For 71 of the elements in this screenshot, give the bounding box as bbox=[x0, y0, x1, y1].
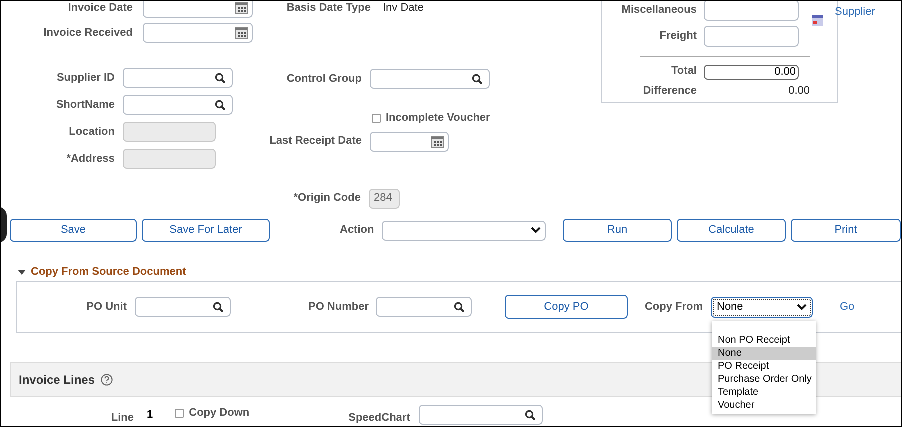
checkbox[interactable] bbox=[372, 114, 381, 123]
field-label: Total bbox=[672, 64, 697, 79]
field-label: Line bbox=[111, 410, 134, 426]
field-label: Last Receipt Date bbox=[270, 134, 362, 150]
input-field[interactable] bbox=[704, 26, 799, 47]
search-icon[interactable] bbox=[213, 302, 224, 312]
total-field: 0.00 bbox=[704, 64, 799, 80]
copy-po-button[interactable]: Copy PO bbox=[505, 295, 628, 319]
field-label: *Address bbox=[66, 152, 115, 167]
field-label: Invoice Date bbox=[68, 1, 133, 16]
basis-date-value: Inv Date bbox=[383, 1, 424, 16]
difference-value: 0.00 bbox=[788, 84, 810, 98]
dropdown-option[interactable]: Template bbox=[712, 386, 816, 399]
supplier-link[interactable]: Supplier bbox=[835, 4, 876, 20]
section-title: Copy From Source Document bbox=[31, 265, 186, 280]
action-button[interactable]: Run bbox=[563, 219, 672, 242]
line-number: 1 bbox=[147, 408, 154, 423]
search-icon[interactable] bbox=[215, 72, 226, 84]
input-field[interactable] bbox=[704, 1, 799, 21]
copy-from-select[interactable]: None bbox=[711, 296, 813, 318]
field-label: SpeedChart bbox=[348, 410, 410, 426]
field-label: PO Number bbox=[308, 300, 369, 315]
field-label: Location bbox=[69, 124, 115, 140]
field-label: Difference bbox=[643, 84, 697, 98]
section-title: Invoice Lines bbox=[19, 372, 96, 388]
action-button[interactable]: Print bbox=[791, 219, 901, 242]
dropdown-option[interactable]: None bbox=[712, 347, 816, 360]
calendar-icon[interactable] bbox=[235, 2, 248, 14]
lookup-field[interactable] bbox=[123, 95, 233, 115]
collapse-triangle-icon[interactable] bbox=[18, 270, 26, 276]
field-label: ShortName bbox=[56, 98, 115, 113]
field-label: Invoice Received bbox=[44, 26, 133, 41]
field-label: PO Unit bbox=[86, 300, 127, 315]
chevron-down-icon bbox=[531, 227, 541, 234]
lookup-field[interactable] bbox=[370, 69, 490, 89]
dropdown-option[interactable]: PO Receipt bbox=[712, 360, 816, 373]
search-icon[interactable] bbox=[472, 74, 483, 84]
field-label: *Origin Code bbox=[294, 191, 361, 206]
lookup-field[interactable] bbox=[376, 297, 472, 317]
calendar-icon[interactable] bbox=[431, 136, 444, 148]
search-icon[interactable] bbox=[454, 302, 465, 312]
dropdown-option[interactable]: Purchase Order Only bbox=[712, 373, 816, 386]
checkbox[interactable] bbox=[175, 409, 184, 418]
field-label: Basis Date Type bbox=[286, 1, 371, 16]
field-label: Supplier ID bbox=[56, 70, 115, 86]
calendar-icon[interactable] bbox=[235, 27, 248, 39]
disabled-field: 284 bbox=[369, 188, 400, 208]
chevron-down-icon bbox=[797, 304, 807, 310]
field-label: Copy From bbox=[644, 300, 703, 315]
field-label: Action bbox=[340, 223, 374, 238]
field-label: Freight bbox=[660, 29, 697, 44]
date-field[interactable] bbox=[370, 132, 449, 152]
lookup-field[interactable] bbox=[419, 405, 544, 425]
action-button[interactable]: Save bbox=[10, 219, 137, 242]
dropdown-option[interactable]: Non PO Receipt bbox=[712, 334, 816, 347]
action-button[interactable]: Save For Later bbox=[142, 219, 270, 242]
lookup-field[interactable] bbox=[135, 297, 231, 317]
checkbox-label: Incomplete Voucher bbox=[386, 111, 490, 126]
calculator-icon[interactable] bbox=[812, 15, 823, 26]
action-button[interactable]: Calculate bbox=[677, 219, 786, 242]
date-field[interactable] bbox=[143, 23, 253, 43]
search-icon[interactable] bbox=[525, 410, 536, 420]
help-icon[interactable] bbox=[101, 374, 114, 386]
search-icon[interactable] bbox=[215, 100, 226, 110]
date-field[interactable] bbox=[143, 1, 253, 18]
lookup-field[interactable] bbox=[123, 68, 233, 88]
dropdown-option[interactable]: Voucher bbox=[712, 399, 816, 412]
field-label: Miscellaneous bbox=[622, 3, 697, 18]
field-label: Control Group bbox=[286, 72, 362, 87]
checkbox-label: Copy Down bbox=[189, 406, 250, 422]
go-link[interactable]: Go bbox=[840, 298, 855, 316]
